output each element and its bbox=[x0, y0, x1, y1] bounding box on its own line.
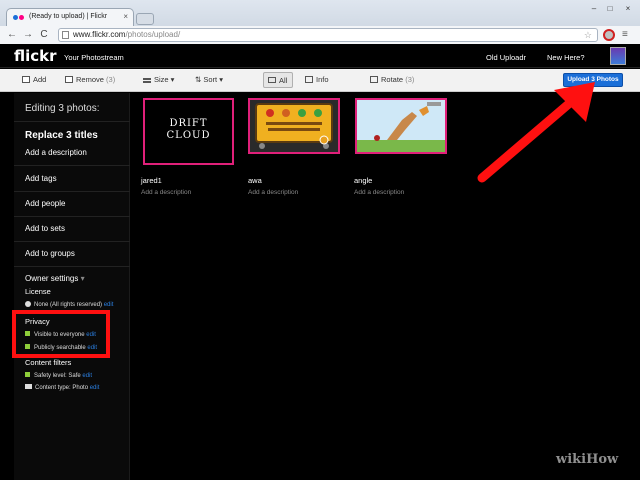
page-icon bbox=[62, 31, 69, 39]
content-filters-heading: Content filters bbox=[25, 358, 72, 367]
sort-button[interactable]: ⇅ Sort ▾ bbox=[195, 75, 223, 84]
photo-title[interactable]: angle bbox=[354, 176, 372, 185]
photo-description[interactable]: Add a description bbox=[141, 189, 191, 196]
thumb-text-line-1: DRIFT bbox=[169, 118, 208, 129]
photo-description[interactable]: Add a description bbox=[248, 189, 298, 196]
thumb-text-line-2: CLOUD bbox=[166, 130, 211, 141]
url-host: www.flickr.com bbox=[73, 30, 126, 39]
back-icon[interactable]: ← bbox=[6, 29, 18, 41]
remove-icon bbox=[65, 76, 73, 83]
chevron-down-icon: ▾ bbox=[80, 274, 85, 283]
info-label: Info bbox=[316, 75, 329, 84]
wikihow-watermark: wikiHow bbox=[556, 452, 619, 467]
photo-thumbnail[interactable] bbox=[355, 98, 447, 154]
rotate-icon bbox=[370, 76, 378, 83]
batch-edit-sidebar: Editing 3 photos: Replace 3 titles Add a… bbox=[14, 93, 130, 480]
url-path: /photos/upload/ bbox=[125, 30, 181, 39]
info-button[interactable]: Info bbox=[305, 75, 329, 84]
license-value: None (All rights reserved) edit bbox=[25, 301, 113, 308]
add-tags-link[interactable]: Add tags bbox=[25, 174, 57, 183]
divider bbox=[14, 121, 130, 122]
safety-level: Safety level: Safe edit bbox=[25, 372, 92, 379]
content-type-text: Content type: Photo bbox=[35, 385, 89, 391]
flickr-logo[interactable]: flickr bbox=[14, 47, 57, 65]
new-here-link[interactable]: New Here? bbox=[547, 53, 585, 62]
close-window-icon[interactable]: × bbox=[620, 4, 636, 14]
top-nav: flickr Your Photostream Old Uploadr New … bbox=[0, 44, 640, 68]
info-icon bbox=[305, 76, 313, 83]
add-icon bbox=[22, 76, 30, 83]
remove-label: Remove bbox=[76, 75, 104, 84]
new-tab-button[interactable] bbox=[136, 13, 154, 25]
game-screenshot-image bbox=[250, 100, 338, 152]
editing-heading: Editing 3 photos: bbox=[25, 103, 100, 114]
license-text: None (All rights reserved) bbox=[34, 302, 103, 308]
all-view-button[interactable]: All bbox=[263, 72, 293, 88]
privacy-highlight-box bbox=[12, 310, 110, 358]
all-icon bbox=[268, 77, 276, 83]
size-button[interactable]: Size ▾ bbox=[143, 75, 174, 84]
photo-thumbnail[interactable]: DRIFT CLOUD bbox=[143, 98, 234, 165]
forward-icon[interactable]: → bbox=[22, 29, 34, 41]
divider bbox=[14, 165, 130, 166]
add-to-sets-link[interactable]: Add to sets bbox=[25, 224, 65, 233]
photo-title[interactable]: jared1 bbox=[141, 176, 162, 185]
wrench-icon[interactable]: ≡ bbox=[622, 29, 628, 40]
old-uploadr-link[interactable]: Old Uploadr bbox=[486, 53, 526, 62]
divider bbox=[14, 191, 130, 192]
avatar[interactable] bbox=[610, 47, 626, 65]
add-people-link[interactable]: Add people bbox=[25, 199, 65, 208]
check-icon bbox=[25, 372, 30, 377]
content-type-edit-link[interactable]: edit bbox=[90, 385, 100, 391]
size-icon bbox=[143, 78, 151, 83]
rotate-count: (3) bbox=[405, 75, 415, 84]
add-to-groups-link[interactable]: Add to groups bbox=[25, 249, 75, 258]
reload-icon[interactable]: C bbox=[38, 29, 50, 41]
thumbnail-logo-text: DRIFT CLOUD bbox=[145, 118, 232, 142]
size-label: Size ▾ bbox=[154, 75, 175, 84]
photostream-link[interactable]: Your Photostream bbox=[64, 53, 124, 62]
camera-icon bbox=[25, 384, 32, 389]
block-extension-icon[interactable] bbox=[603, 29, 615, 41]
replace-titles-link[interactable]: Replace 3 titles bbox=[25, 130, 98, 141]
browser-tab[interactable]: (Ready to upload) | Flickr × bbox=[6, 8, 134, 26]
tab-close-icon[interactable]: × bbox=[123, 12, 128, 21]
remove-count: (3) bbox=[106, 75, 116, 84]
browser-chrome: (Ready to upload) | Flickr × – □ × ← → C… bbox=[0, 0, 640, 44]
owner-settings-label: Owner settings bbox=[25, 274, 79, 283]
game-screenshot-image bbox=[357, 100, 445, 152]
divider bbox=[14, 266, 130, 267]
photo-description[interactable]: Add a description bbox=[354, 189, 404, 196]
maximize-icon[interactable]: □ bbox=[602, 4, 618, 14]
rotate-label: Rotate bbox=[381, 75, 404, 84]
license-edit-link[interactable]: edit bbox=[104, 302, 114, 308]
divider bbox=[14, 216, 130, 217]
arrow-icon bbox=[477, 82, 595, 183]
safety-level-edit-link[interactable]: edit bbox=[82, 373, 92, 379]
divider bbox=[14, 241, 130, 242]
tab-title: (Ready to upload) | Flickr bbox=[29, 13, 108, 20]
minimize-icon[interactable]: – bbox=[586, 4, 602, 14]
remove-button[interactable]: Remove (3) bbox=[65, 75, 115, 84]
globe-icon bbox=[25, 301, 31, 307]
address-row: ← → C www.flickr.com/photos/upload/ ☆ ≡ bbox=[0, 26, 640, 44]
safety-level-text: Safety level: Safe bbox=[34, 373, 81, 379]
owner-settings-heading[interactable]: Owner settings ▾ bbox=[25, 274, 85, 283]
license-heading: License bbox=[25, 287, 51, 296]
sort-label: Sort ▾ bbox=[203, 75, 223, 84]
content-type: Content type: Photo edit bbox=[25, 384, 99, 391]
photo-title[interactable]: awa bbox=[248, 176, 262, 185]
rotate-button[interactable]: Rotate (3) bbox=[370, 75, 414, 84]
add-description-link[interactable]: Add a description bbox=[25, 148, 87, 157]
star-icon[interactable]: ☆ bbox=[584, 29, 592, 41]
add-button[interactable]: Add bbox=[22, 75, 46, 84]
photo-thumbnail[interactable] bbox=[248, 98, 340, 154]
all-label: All bbox=[279, 76, 288, 85]
address-bar[interactable]: www.flickr.com/photos/upload/ ☆ bbox=[58, 28, 598, 42]
flickr-favicon-icon bbox=[13, 15, 25, 21]
add-label: Add bbox=[33, 75, 47, 84]
